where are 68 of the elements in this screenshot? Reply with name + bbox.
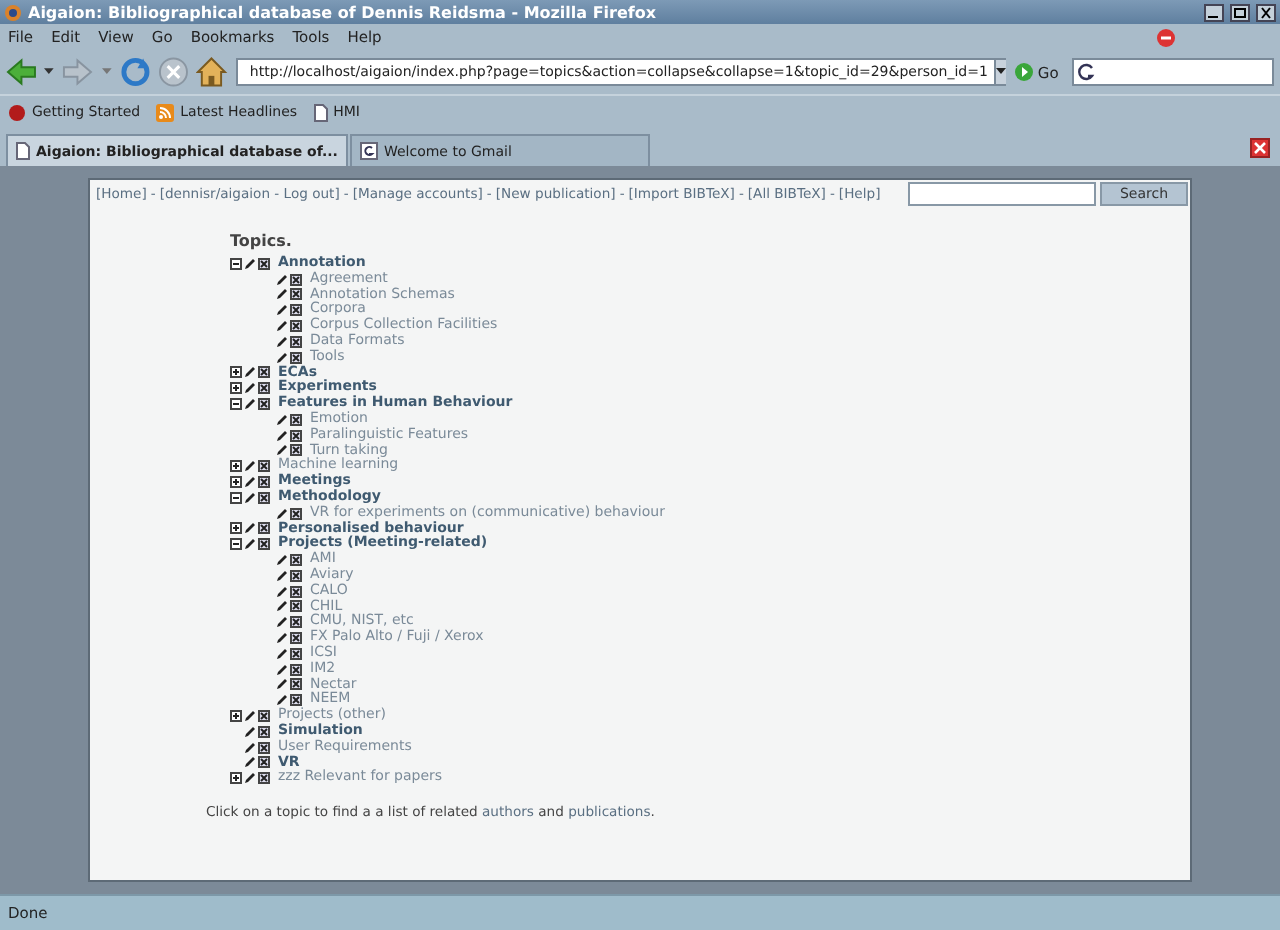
expand-icon[interactable] (230, 476, 242, 489)
dropdown-arrow-icon[interactable] (44, 68, 55, 76)
delete-icon[interactable] (258, 725, 270, 738)
delete-icon[interactable] (258, 710, 270, 722)
page-icon (313, 103, 328, 121)
delete-icon[interactable] (258, 476, 270, 489)
delete-icon[interactable] (290, 288, 302, 301)
delete-icon[interactable] (290, 444, 302, 457)
delete-icon[interactable] (258, 491, 270, 504)
address-dropdown-button[interactable] (993, 60, 1006, 84)
maximize-button[interactable] (1230, 3, 1250, 21)
delete-icon[interactable] (258, 257, 270, 270)
delete-icon[interactable] (290, 632, 302, 645)
feed-icon (156, 103, 175, 121)
home-icon[interactable] (196, 56, 228, 88)
delete-icon[interactable] (258, 538, 270, 551)
delete-icon[interactable] (290, 273, 302, 286)
collapse-icon[interactable] (230, 491, 242, 504)
search-field[interactable] (1072, 58, 1274, 86)
stop-icon[interactable] (158, 56, 189, 88)
expand-icon[interactable] (230, 710, 242, 722)
delete-icon[interactable] (258, 772, 270, 785)
delete-icon[interactable] (290, 507, 302, 520)
close-tab-icon[interactable] (1250, 138, 1270, 158)
page-heading: Topics. (230, 232, 294, 250)
delete-icon[interactable] (290, 647, 302, 660)
delete-icon[interactable] (290, 335, 302, 348)
throbber-icon (1156, 27, 1176, 47)
delete-icon[interactable] (258, 366, 270, 379)
minimize-button[interactable] (1204, 3, 1224, 21)
delete-icon[interactable] (258, 756, 270, 769)
search-input[interactable] (908, 182, 1096, 206)
delete-icon[interactable] (290, 585, 302, 598)
expand-icon[interactable] (230, 382, 242, 395)
page-icon (16, 142, 30, 160)
delete-icon[interactable] (290, 320, 302, 333)
delete-icon[interactable] (290, 600, 302, 613)
delete-icon[interactable] (290, 694, 302, 707)
collapse-icon[interactable] (230, 538, 242, 551)
search-engine-icon[interactable] (1078, 62, 1099, 82)
expand-icon[interactable] (230, 460, 242, 473)
delete-icon[interactable] (290, 351, 302, 364)
collapse-icon[interactable] (230, 257, 242, 270)
expand-icon[interactable] (230, 522, 242, 535)
expand-icon[interactable] (230, 366, 242, 379)
delete-icon[interactable] (290, 304, 302, 317)
google-icon (359, 142, 378, 160)
browser-logo-icon (4, 3, 22, 21)
delete-icon[interactable] (290, 569, 302, 582)
delete-icon[interactable] (290, 429, 302, 442)
pencil-icon[interactable] (244, 257, 256, 270)
delete-icon[interactable] (258, 382, 270, 395)
delete-icon[interactable] (290, 678, 302, 691)
delete-icon[interactable] (258, 522, 270, 535)
delete-icon[interactable] (290, 663, 302, 676)
collapse-icon[interactable] (230, 398, 242, 411)
delete-icon[interactable] (290, 413, 302, 426)
close-button[interactable] (1256, 3, 1276, 21)
delete-icon[interactable] (258, 460, 270, 473)
delete-icon[interactable] (258, 398, 270, 411)
delete-icon[interactable] (290, 616, 302, 629)
pencil-icon[interactable] (276, 507, 288, 520)
delete-icon[interactable] (290, 554, 302, 567)
delete-icon[interactable] (258, 741, 270, 754)
window-title: Aigaion: Bibliographical database of Dennis Reidsma - Mozilla Firefox (28, 3, 659, 21)
expand-icon[interactable] (230, 772, 242, 785)
bookmark-icon (8, 103, 26, 121)
back-icon[interactable] (6, 58, 37, 86)
